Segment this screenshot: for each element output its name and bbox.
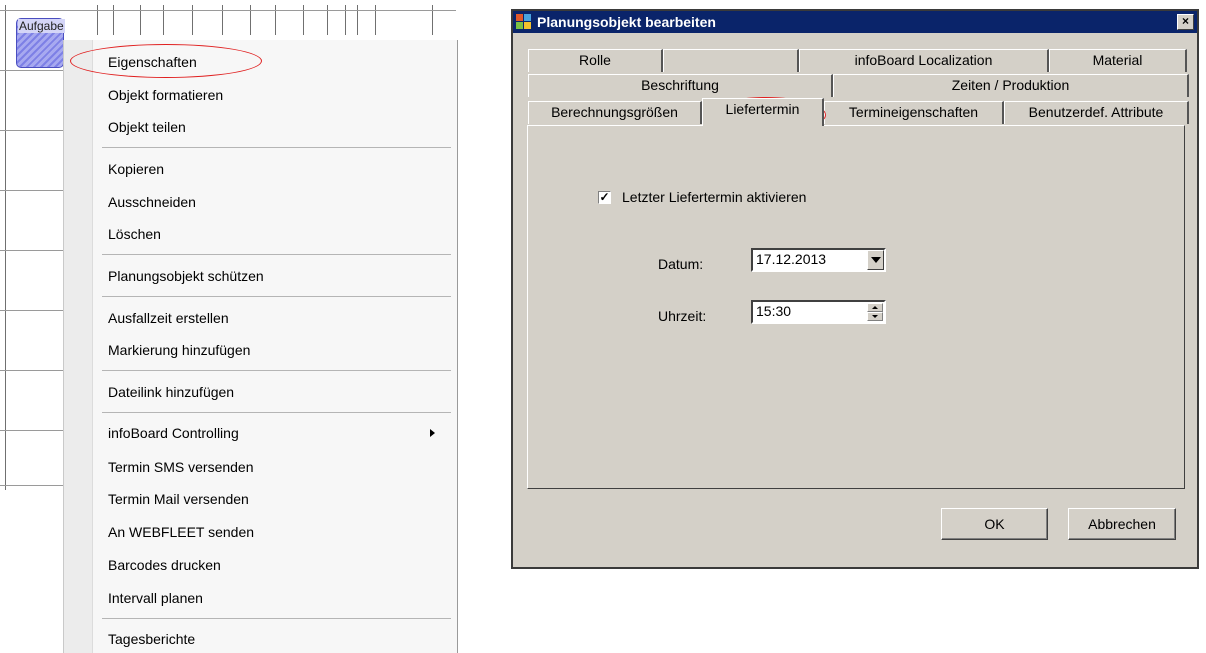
tab-termineigenschaften[interactable]: Termineigenschaften: [824, 101, 1004, 124]
grid-line: [0, 370, 63, 371]
close-icon[interactable]: ×: [1177, 14, 1194, 30]
grid-line: [0, 430, 63, 431]
menu-item-termin-mail-versenden[interactable]: Termin Mail versenden: [108, 490, 249, 508]
datum-dropdown[interactable]: 17.12.2013: [751, 248, 886, 272]
cancel-button[interactable]: Abbrechen: [1068, 508, 1176, 540]
grid-line: [0, 190, 63, 191]
menu-item-eigenschaften[interactable]: Eigenschaften: [108, 53, 197, 71]
menu-item-kopieren[interactable]: Kopieren: [108, 160, 164, 178]
tab-infoboard-localization[interactable]: infoBoard Localization: [799, 49, 1049, 72]
menu-icon-gutter: [64, 40, 93, 653]
dropdown-arrow-icon[interactable]: [867, 250, 884, 270]
dialog-titlebar: Planungsobjekt bearbeiten ×: [513, 11, 1197, 33]
menu-separator: [102, 618, 451, 619]
checkbox-label: Letzter Liefertermin aktivieren: [622, 189, 807, 205]
grid-line: [0, 310, 63, 311]
tab-berechnungsgroessen[interactable]: Berechnungsgrößen: [528, 101, 702, 124]
menu-item-planungsobjekt-schuetzen[interactable]: Planungsobjekt schützen: [108, 267, 264, 285]
task-label: Aufgabe: [18, 19, 65, 33]
menu-separator: [102, 370, 451, 371]
ok-button[interactable]: OK: [941, 508, 1048, 540]
grid-line: [0, 130, 63, 131]
datum-label: Datum:: [658, 256, 704, 272]
menu-item-intervall-planen[interactable]: Intervall planen: [108, 589, 203, 607]
menu-separator: [102, 254, 451, 255]
dialog-title: Planungsobjekt bearbeiten: [537, 14, 716, 30]
liefertermin-checkbox[interactable]: ✓: [598, 191, 611, 204]
grid-line: [0, 250, 63, 251]
uhrzeit-label: Uhrzeit:: [658, 308, 707, 324]
tab-empty[interactable]: [663, 49, 799, 72]
menu-item-objekt-teilen[interactable]: Objekt teilen: [108, 118, 186, 136]
edit-dialog: Planungsobjekt bearbeiten × Rolle infoBo…: [511, 9, 1199, 569]
menu-separator: [102, 296, 451, 297]
menu-item-termin-sms-versenden[interactable]: Termin SMS versenden: [108, 458, 254, 476]
spin-up-icon[interactable]: [867, 303, 883, 312]
menu-separator: [102, 412, 451, 413]
menu-item-ausschneiden[interactable]: Ausschneiden: [108, 193, 196, 211]
app-icon: [516, 14, 532, 29]
menu-separator: [102, 147, 451, 148]
tab-zeiten-produktion[interactable]: Zeiten / Produktion: [833, 74, 1189, 97]
spin-down-icon[interactable]: [867, 312, 883, 321]
context-menu: Eigenschaften Objekt formatieren Objekt …: [63, 40, 458, 653]
grid-line: [0, 485, 63, 486]
menu-item-dateilink-hinzufuegen[interactable]: Dateilink hinzufügen: [108, 383, 234, 401]
grid-line: [5, 5, 6, 490]
tab-beschriftung[interactable]: Beschriftung: [528, 74, 833, 97]
tab-rolle[interactable]: Rolle: [528, 49, 663, 72]
submenu-arrow-icon: [430, 429, 435, 437]
datum-value: 17.12.2013: [756, 251, 827, 267]
menu-item-objekt-formatieren[interactable]: Objekt formatieren: [108, 86, 223, 104]
tab-benutzerdef-attribute[interactable]: Benutzerdef. Attribute: [1004, 101, 1189, 124]
grid-line: [0, 10, 456, 11]
menu-item-an-webfleet-senden[interactable]: An WEBFLEET senden: [108, 523, 254, 541]
grid-line: [0, 70, 63, 71]
menu-item-tagesberichte[interactable]: Tagesberichte: [108, 630, 195, 648]
menu-item-infoboard-controlling[interactable]: infoBoard Controlling: [108, 424, 239, 442]
menu-item-ausfallzeit-erstellen[interactable]: Ausfallzeit erstellen: [108, 309, 229, 327]
tab-material[interactable]: Material: [1049, 49, 1187, 72]
uhrzeit-value: 15:30: [756, 303, 792, 319]
menu-item-loeschen[interactable]: Löschen: [108, 225, 161, 243]
tab-liefertermin[interactable]: Liefertermin: [702, 98, 824, 126]
menu-item-markierung-hinzufuegen[interactable]: Markierung hinzufügen: [108, 341, 250, 359]
uhrzeit-spinner[interactable]: 15:30: [751, 300, 886, 324]
menu-item-barcodes-drucken[interactable]: Barcodes drucken: [108, 556, 221, 574]
